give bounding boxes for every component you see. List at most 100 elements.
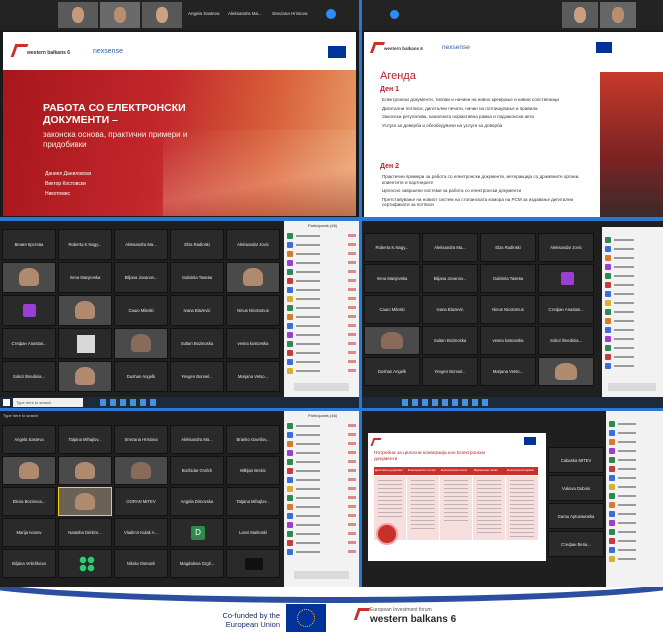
participant-list-item[interactable] — [287, 549, 356, 555]
participant-tile[interactable]: Sultan Bozinoska — [170, 328, 224, 359]
participant-list-item[interactable] — [287, 341, 356, 347]
participant-list-item[interactable] — [605, 255, 660, 261]
participant-tile[interactable]: Lanvi Markoski — [226, 518, 280, 547]
participant-list-item[interactable] — [287, 323, 356, 329]
participant-tile[interactable]: Ivana Blazevic — [170, 295, 224, 326]
participant-list-item[interactable] — [605, 354, 660, 360]
participant-list-item[interactable] — [609, 520, 660, 526]
participant-list-item[interactable] — [609, 475, 660, 481]
participant-list-item[interactable] — [287, 251, 356, 257]
participant-list-item[interactable] — [609, 421, 660, 427]
participant-list-item[interactable] — [287, 269, 356, 275]
participant-tile[interactable]: Elza Radinski — [170, 229, 224, 260]
participant-list-item[interactable] — [609, 448, 660, 454]
participant-tile[interactable]: Natasha Dimitro... — [58, 518, 112, 547]
participant-tile[interactable]: Gabriela Tasева — [170, 262, 224, 293]
participant-tile[interactable]: Ninus Nicotomus — [480, 295, 536, 324]
participant-list-item[interactable] — [287, 441, 356, 447]
participant-tile[interactable]: Стефан Beria... — [548, 531, 604, 557]
participant-tile[interactable]: GORAN MITEV — [114, 487, 168, 516]
participant-list-item[interactable] — [609, 457, 660, 463]
participant-tile[interactable]: Dushan Angelk — [364, 357, 420, 386]
participant-tile[interactable]: Marjana Vetso... — [226, 361, 280, 392]
participant-tile[interactable] — [226, 549, 280, 578]
participant-list-item[interactable] — [609, 547, 660, 553]
participant-tile[interactable]: Biljana Velichkova — [2, 549, 56, 578]
participant-tile[interactable]: Snezana Hristova — [114, 425, 168, 454]
participant-tile[interactable]: Tatjana Mihajlov... — [226, 487, 280, 516]
participant-list-item[interactable] — [287, 368, 356, 374]
participant-tile[interactable]: Elza Radinski — [480, 233, 536, 262]
participant-list-item[interactable] — [287, 459, 356, 465]
sidebar-buttons[interactable] — [294, 383, 349, 391]
participant-tile[interactable]: Ninus Nicotomus — [226, 295, 280, 326]
participant-list-item[interactable] — [609, 484, 660, 490]
participant-list-item[interactable] — [287, 242, 356, 248]
zoom-icon[interactable] — [326, 9, 336, 19]
video-thumb[interactable] — [562, 2, 598, 28]
participant-tile[interactable]: Elena Bozinova... — [2, 487, 56, 516]
participant-tile[interactable]: vesna kostovska — [226, 328, 280, 359]
participant-tile[interactable]: Aleksandra Ma... — [422, 233, 478, 262]
participant-list-item[interactable] — [287, 423, 356, 429]
participant-list-item[interactable] — [609, 439, 660, 445]
participant-tile[interactable]: Irena Manjevska — [58, 262, 112, 293]
participant-list-item[interactable] — [609, 538, 660, 544]
participant-tile[interactable]: Стефан Anastas... — [538, 295, 594, 324]
participant-tile[interactable] — [538, 264, 594, 293]
participant-list-item[interactable] — [287, 332, 356, 338]
participant-list-item[interactable] — [287, 296, 356, 302]
participant-tile[interactable]: Roberta K.Nagy... — [58, 229, 112, 260]
participant-tile[interactable]: vesna kostovska — [480, 326, 536, 355]
participant-list-item[interactable] — [287, 531, 356, 537]
sidebar-buttons[interactable] — [608, 383, 656, 391]
participant-list-item[interactable] — [605, 363, 660, 369]
participant-tile[interactable] — [226, 262, 280, 293]
participant-list-item[interactable] — [287, 504, 356, 510]
participant-tile[interactable]: Biljana Jovanov... — [114, 262, 168, 293]
participant-tile[interactable] — [2, 456, 56, 485]
participant-list-item[interactable] — [605, 282, 660, 288]
participant-list-item[interactable] — [605, 345, 660, 351]
participant-tile[interactable]: Angela Sasteva — [2, 425, 56, 454]
participant-tile[interactable]: Стефан Anastas... — [2, 328, 56, 359]
participant-tile[interactable]: Sultan Bozinoska — [422, 326, 478, 355]
participant-tile[interactable]: Bozhidar Grafch — [170, 456, 224, 485]
participant-tile[interactable]: Biljana Jovanov... — [422, 264, 478, 293]
participant-tile[interactable] — [364, 326, 420, 355]
participant-list-item[interactable] — [287, 450, 356, 456]
active-speaker-tile[interactable] — [58, 487, 112, 516]
taskbar-apps[interactable] — [100, 399, 160, 406]
participant-list-item[interactable] — [287, 305, 356, 311]
participants-sidebar[interactable] — [602, 227, 663, 397]
participant-tile[interactable]: Sokol Ilmedinia... — [538, 326, 594, 355]
participant-list-item[interactable] — [609, 556, 660, 562]
participant-tile[interactable]: Tatjana Mihajlov... — [58, 425, 112, 454]
participant-tile[interactable]: Marjana Vetso... — [480, 357, 536, 386]
participant-list-item[interactable] — [609, 430, 660, 436]
participant-list-item[interactable] — [605, 318, 660, 324]
participant-list-item[interactable] — [287, 486, 356, 492]
participant-tile[interactable]: Aleksandar Jovic — [538, 233, 594, 262]
participant-tile[interactable]: Aleksandar Jovic — [226, 229, 280, 260]
video-thumb[interactable] — [600, 2, 636, 28]
participant-tile[interactable]: Nikola Osmanli — [114, 549, 168, 578]
participant-tile[interactable] — [2, 262, 56, 293]
participant-list-item[interactable] — [609, 466, 660, 472]
participant-list-item[interactable] — [287, 513, 356, 519]
participant-list-item[interactable] — [605, 309, 660, 315]
participant-list-item[interactable] — [609, 502, 660, 508]
participant-tile[interactable]: Dushan Angelk — [114, 361, 168, 392]
participant-tile[interactable]: D — [170, 518, 224, 547]
participant-list-item[interactable] — [287, 287, 356, 293]
participant-tile[interactable]: Сашо Mileski — [364, 295, 420, 324]
participant-list-item[interactable] — [605, 264, 660, 270]
participant-tile[interactable]: Irena Manjevska — [364, 264, 420, 293]
participant-tile[interactable]: Gabriela Tasева — [480, 264, 536, 293]
participants-sidebar[interactable]: Participants (46) — [284, 221, 359, 397]
participant-list-item[interactable] — [287, 350, 356, 356]
participant-tile[interactable]: Magdalena Grgil... — [170, 549, 224, 578]
participant-tile[interactable] — [58, 295, 112, 326]
participant-tile[interactable] — [58, 456, 112, 485]
participant-tile[interactable]: Cabaska MITEV — [548, 447, 604, 473]
